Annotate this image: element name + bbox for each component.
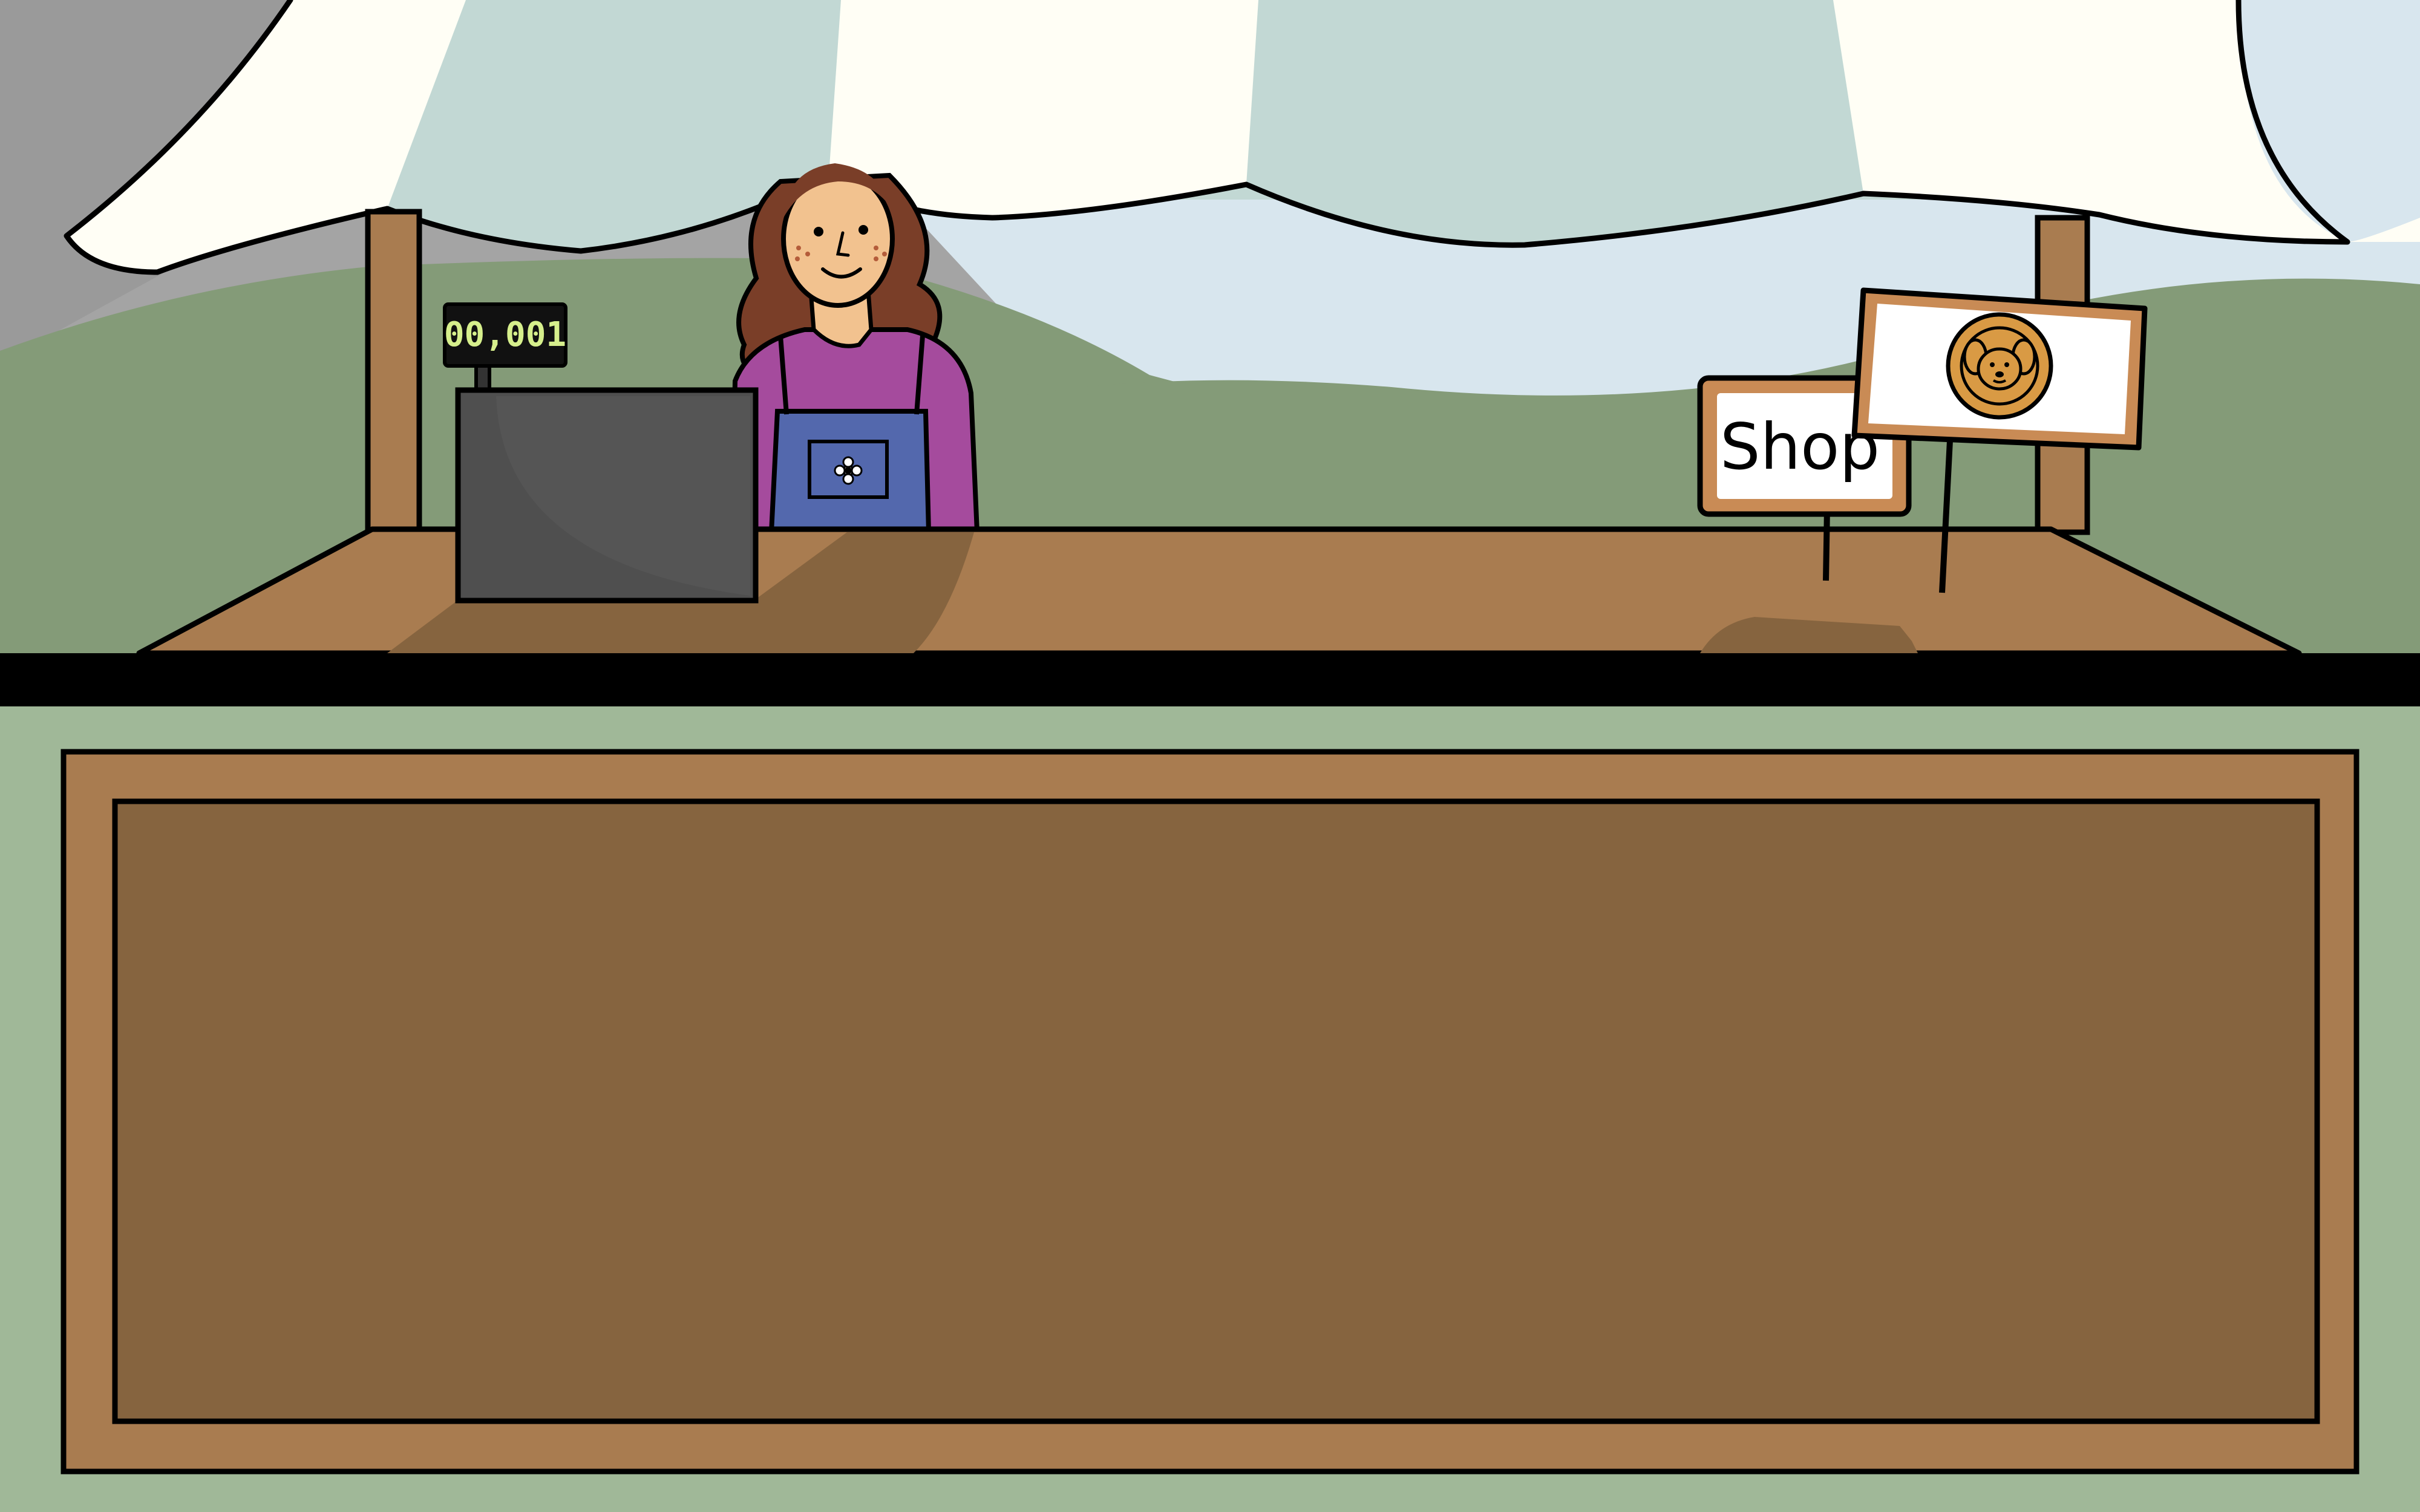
counter-panel-inset[interactable]	[112, 798, 2320, 1424]
shop-stall-scene: 00,001 Shop	[0, 0, 2420, 1512]
shop-sign-stick	[1823, 507, 1830, 581]
shopkeeper-left-eye	[814, 227, 823, 236]
left-post	[365, 209, 422, 535]
counter-front	[0, 653, 2420, 1512]
awning-stripe-2	[1246, 0, 1863, 246]
dog-face-icon	[1946, 312, 2053, 420]
counter-edge	[0, 653, 2420, 706]
shopkeeper-right-eye	[858, 225, 868, 235]
register-display-text: 00,001	[444, 315, 566, 354]
